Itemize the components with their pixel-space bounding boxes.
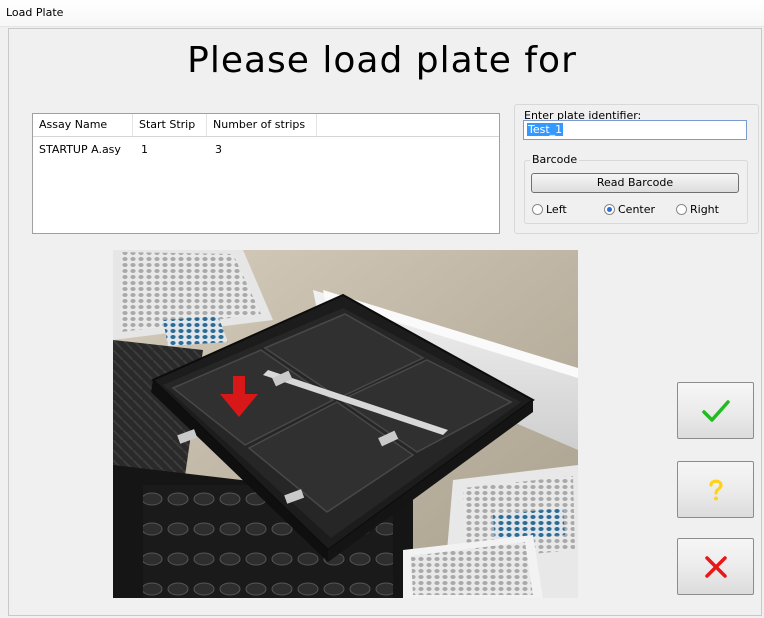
- plate-identifier-input[interactable]: Test_1: [523, 120, 747, 140]
- radio-left[interactable]: Left: [532, 203, 567, 217]
- column-header-assay-name[interactable]: Assay Name: [33, 114, 133, 136]
- help-button[interactable]: [677, 461, 754, 518]
- read-barcode-button[interactable]: Read Barcode: [531, 173, 739, 193]
- plate-loading-image: [113, 250, 578, 598]
- checkmark-icon: [701, 399, 730, 422]
- radio-center-label: Center: [618, 203, 656, 216]
- window-title: Load Plate: [6, 6, 64, 19]
- close-icon: [704, 555, 727, 578]
- plate-identifier-value: Test_1: [527, 123, 564, 136]
- cell-number-of-strips: 3: [215, 143, 222, 156]
- cell-assay-name: STARTUP A.asy: [39, 143, 121, 156]
- barcode-group-label: Barcode: [530, 153, 580, 166]
- assay-table[interactable]: Assay Name Start Strip Number of strips …: [32, 113, 500, 234]
- cancel-button[interactable]: [677, 538, 754, 595]
- radio-right-indicator: [676, 204, 687, 215]
- radio-right-label: Right: [690, 203, 719, 216]
- table-header: Assay Name Start Strip Number of strips: [33, 114, 499, 137]
- page-title: Please load plate for: [187, 40, 577, 81]
- column-header-number-of-strips[interactable]: Number of strips: [207, 114, 317, 136]
- load-plate-window: Load Plate Please load plate for Assay N…: [0, 0, 764, 618]
- radio-left-indicator: [532, 204, 543, 215]
- title-bar: Load Plate: [0, 0, 764, 27]
- question-icon: [708, 479, 723, 500]
- radio-center-indicator: [604, 204, 615, 215]
- column-header-start-strip[interactable]: Start Strip: [133, 114, 207, 136]
- radio-center[interactable]: Center: [604, 203, 655, 217]
- radio-left-label: Left: [546, 203, 567, 216]
- radio-right[interactable]: Right: [676, 203, 719, 217]
- ok-button[interactable]: [677, 382, 754, 439]
- cell-start-strip: 1: [141, 143, 148, 156]
